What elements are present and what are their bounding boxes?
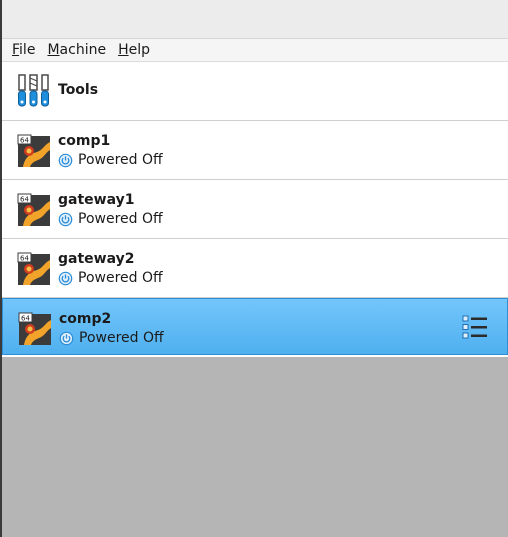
vm-name: gateway1 <box>58 192 135 208</box>
power-icon <box>58 153 73 167</box>
vm-name: gateway2 <box>58 251 135 267</box>
vm-os-icon: 64 <box>17 252 50 285</box>
menu-help[interactable]: Help <box>113 39 157 61</box>
vm-state: Powered Off <box>58 152 163 168</box>
menu-help-mnemonic: H <box>118 42 129 58</box>
vm-os-icon: 64 <box>17 193 50 226</box>
vm-item-gateway1[interactable]: 64 gateway1 Powered Off <box>2 180 508 239</box>
power-icon <box>59 331 74 345</box>
vm-state: Powered Off <box>58 270 163 286</box>
vm-state-label: Powered Off <box>79 330 164 346</box>
menu-bar: File Machine Help <box>0 39 508 62</box>
vm-state-label: Powered Off <box>78 152 163 168</box>
menu-file-mnemonic: F <box>12 42 20 58</box>
arch-badge: 64 <box>20 255 29 263</box>
vm-name: comp1 <box>58 133 111 149</box>
arch-badge: 64 <box>21 315 30 323</box>
menu-machine[interactable]: Machine <box>42 39 113 61</box>
power-icon <box>58 271 73 285</box>
menu-machine-mnemonic: M <box>47 42 60 58</box>
vm-os-icon: 64 <box>17 134 50 167</box>
menu-machine-label: achine <box>59 42 107 58</box>
window-left-border <box>0 0 2 537</box>
vm-item-comp2[interactable]: 64 comp2 Powered Off <box>2 298 508 355</box>
vm-state: Powered Off <box>59 330 164 346</box>
empty-list-area <box>2 357 508 537</box>
machine-list: Tools 64 comp1 Powered Off 64 gateway1 P… <box>2 62 508 355</box>
menu-file-label: ile <box>19 42 36 58</box>
tools-icon <box>18 74 49 107</box>
tools-label: Tools <box>58 82 99 98</box>
arch-badge: 64 <box>20 196 29 204</box>
vm-state-label: Powered Off <box>78 211 163 227</box>
vm-os-icon: 64 <box>18 312 51 345</box>
tools-item[interactable]: Tools <box>2 62 508 121</box>
menu-help-label: elp <box>128 42 150 58</box>
title-bar[interactable] <box>0 0 508 39</box>
vm-state: Powered Off <box>58 211 163 227</box>
vm-item-gateway2[interactable]: 64 gateway2 Powered Off <box>2 239 508 298</box>
details-menu-icon[interactable] <box>462 315 488 339</box>
power-icon <box>58 212 73 226</box>
vm-item-comp1[interactable]: 64 comp1 Powered Off <box>2 121 508 180</box>
arch-badge: 64 <box>20 137 29 145</box>
vm-name: comp2 <box>59 311 112 327</box>
menu-file[interactable]: File <box>7 39 42 61</box>
vm-state-label: Powered Off <box>78 270 163 286</box>
